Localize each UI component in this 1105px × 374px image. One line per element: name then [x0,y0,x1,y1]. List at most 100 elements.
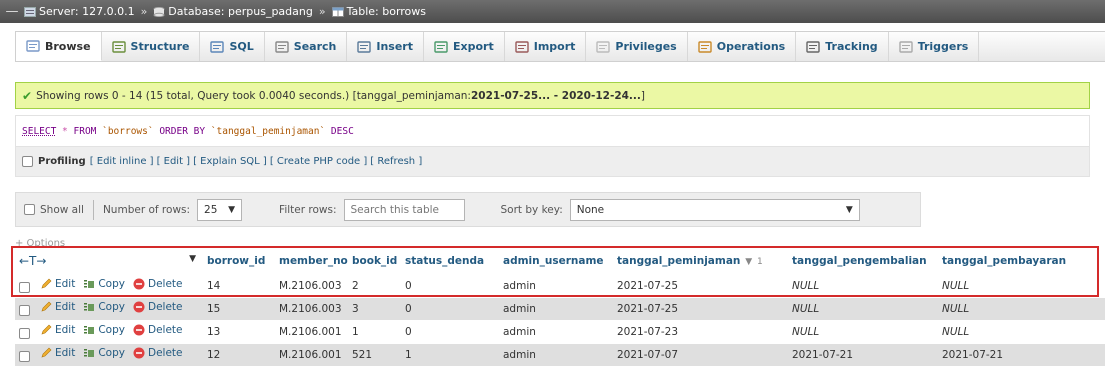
table-cell-tanggal-pengembalian[interactable]: 2021-07-21 [788,342,938,366]
table-cell-status-denda[interactable]: 0 [401,319,499,343]
table-cell-tanggal-pembayaran[interactable]: NULL [938,296,1105,320]
delete-icon [133,347,145,359]
delete-label: Delete [147,347,183,360]
table-cell-member-no[interactable]: M.2106.001 [275,319,348,343]
tab-browse[interactable]: Browse [16,32,102,61]
column-header-tanggal-pengembalian[interactable]: tanggal_pengembalian [788,249,938,274]
table-cell-tanggal-peminjaman[interactable]: 2021-07-25 [613,296,788,320]
tab-search[interactable]: Search [265,32,348,61]
column-header-member-no[interactable]: member_no [275,249,348,274]
table-cell-borrow-id[interactable]: 15 [203,296,275,320]
delete-button[interactable]: Delete [133,324,182,336]
table-cell-tanggal-pembayaran[interactable]: NULL [938,319,1105,343]
tab-sql[interactable]: SQL [200,32,265,61]
column-header-tanggal-peminjaman[interactable]: tanggal_peminjaman ▼ 1 [613,249,788,274]
row-checkbox[interactable] [19,304,30,316]
table-cell-admin-username[interactable]: admin [499,319,613,343]
delete-button[interactable]: Delete [133,347,183,360]
row-checkbox[interactable] [19,281,30,293]
table-cell-status-denda[interactable]: 1 [401,342,499,366]
column-header-borrow-id[interactable]: borrow_id [203,249,275,274]
copy-button[interactable]: Copy [83,301,125,313]
delete-label: Delete [147,278,183,290]
tab-import[interactable]: Import [505,32,587,61]
table-cell-book-id[interactable]: 1 [348,319,401,343]
options-toggle[interactable]: + Options [15,238,65,249]
table-cell-tanggal-peminjaman[interactable]: 2021-07-07 [613,342,788,366]
table-cell-status-denda[interactable]: 0 [401,296,499,320]
table-cell-book-id[interactable]: 2 [348,273,401,297]
table-cell-admin-username[interactable]: admin [499,342,613,366]
table-cell-member-no[interactable]: M.2106.003 [275,273,348,297]
profiling-checkbox[interactable] [22,156,33,167]
table-cell-borrow-id[interactable]: 14 [203,273,275,297]
edit-button[interactable]: Edit [40,278,75,290]
profiling-link[interactable]: [ Edit ] [157,156,191,167]
rows-select[interactable]: 25 ▼ [197,198,243,221]
tab-tracking[interactable]: Tracking [796,32,889,61]
table-cell-tanggal-pembayaran[interactable]: NULL [938,273,1105,297]
delete-icon [133,324,145,336]
table-cell-tanggal-pembayaran[interactable]: 2021-07-21 [938,342,1105,366]
column-header-status-denda[interactable]: status_denda [401,249,499,274]
filter-rows-input[interactable]: Search this table [343,198,465,221]
edit-button[interactable]: Edit [40,347,75,359]
sort-key-select[interactable]: None ▼ [569,198,860,221]
table-cell-member-no[interactable]: M.2106.001 [275,342,348,366]
column-arrows-icon[interactable]: ←T→ [19,254,46,268]
table-cell-book-id[interactable]: 3 [348,296,401,320]
delete-button[interactable]: Delete [133,301,182,313]
column-header-label: tanggal_pembayaran [942,255,1067,268]
tab-operations[interactable]: Operations [688,32,797,61]
table-cell-book-id[interactable]: 521 [348,342,401,366]
table-cell-admin-username[interactable]: admin [499,273,613,297]
tab-structure[interactable]: Structure [102,32,201,61]
copy-button[interactable]: Copy [83,278,125,290]
table-cell-borrow-id[interactable]: 13 [203,319,275,343]
breadcrumb-database[interactable]: Database: perpus_padang [153,5,313,18]
table-cell-status-denda[interactable]: 0 [401,273,499,297]
message-end: ] [640,89,646,102]
column-header-admin-username[interactable]: admin_username [499,249,613,274]
column-header-book-id[interactable]: book_id [348,249,401,274]
sql-select-keyword: SELECT [22,125,57,137]
table-cell-borrow-id[interactable]: 12 [203,342,275,366]
table-cell-tanggal-pengembalian[interactable]: NULL [788,273,938,297]
show-all-label[interactable]: Show all [40,204,84,216]
chevron-down-icon: ▼ [228,204,236,215]
profiling-link[interactable]: [ Create PHP code ] [270,156,367,167]
profiling-link[interactable]: [ Refresh ] [370,156,422,167]
sort-order-number: 1 [757,257,763,268]
profiling-link[interactable]: [ Explain SQL ] [193,156,267,167]
row-checkbox[interactable] [19,350,30,362]
table-cell-tanggal-pengembalian[interactable]: NULL [788,296,938,320]
sort-desc-triangle-icon[interactable]: ▼ [189,254,196,264]
table-cell-member-no[interactable]: M.2106.003 [275,296,348,320]
tab-bar: Browse Structure SQL Search Insert Export Impo… [15,31,1105,62]
column-header-tanggal-pembayaran[interactable]: tanggal_pembayaran [938,249,1105,274]
table-cell-tanggal-peminjaman[interactable]: 2021-07-23 [613,319,788,343]
sort-desc-icon: ▼ [742,257,756,268]
breadcrumb-table-label: Table: borrows [346,5,427,18]
table-cell-tanggal-pengembalian[interactable]: NULL [788,319,938,343]
sql-query-box[interactable]: SELECT * FROM `borrows` ORDER BY `tangga… [15,115,1090,146]
table-cell-tanggal-peminjaman[interactable]: 2021-07-25 [613,273,788,297]
breadcrumb-server-label: Server: 127.0.0.1 [39,5,135,18]
delete-button[interactable]: Delete [133,278,183,290]
breadcrumb-table[interactable]: Table: borrows [331,5,427,18]
breadcrumb-server[interactable]: Server: 127.0.0.1 [24,5,135,18]
collapse-icon[interactable]: — [0,4,24,19]
copy-button[interactable]: Copy [83,324,125,336]
edit-button[interactable]: Edit [40,301,75,313]
tab-insert[interactable]: Insert [347,32,424,61]
show-all-checkbox[interactable] [24,204,35,215]
tab-privileges[interactable]: Privileges [586,32,688,61]
copy-button[interactable]: Copy [83,347,125,359]
column-resize-controls[interactable]: ←T→ ▼ [15,249,203,274]
row-checkbox[interactable] [19,327,30,339]
tab-triggers[interactable]: Triggers [889,32,980,61]
tab-export[interactable]: Export [424,32,505,61]
edit-button[interactable]: Edit [40,324,75,336]
table-cell-admin-username[interactable]: admin [499,296,613,320]
profiling-link[interactable]: [ Edit inline ] [90,156,154,167]
